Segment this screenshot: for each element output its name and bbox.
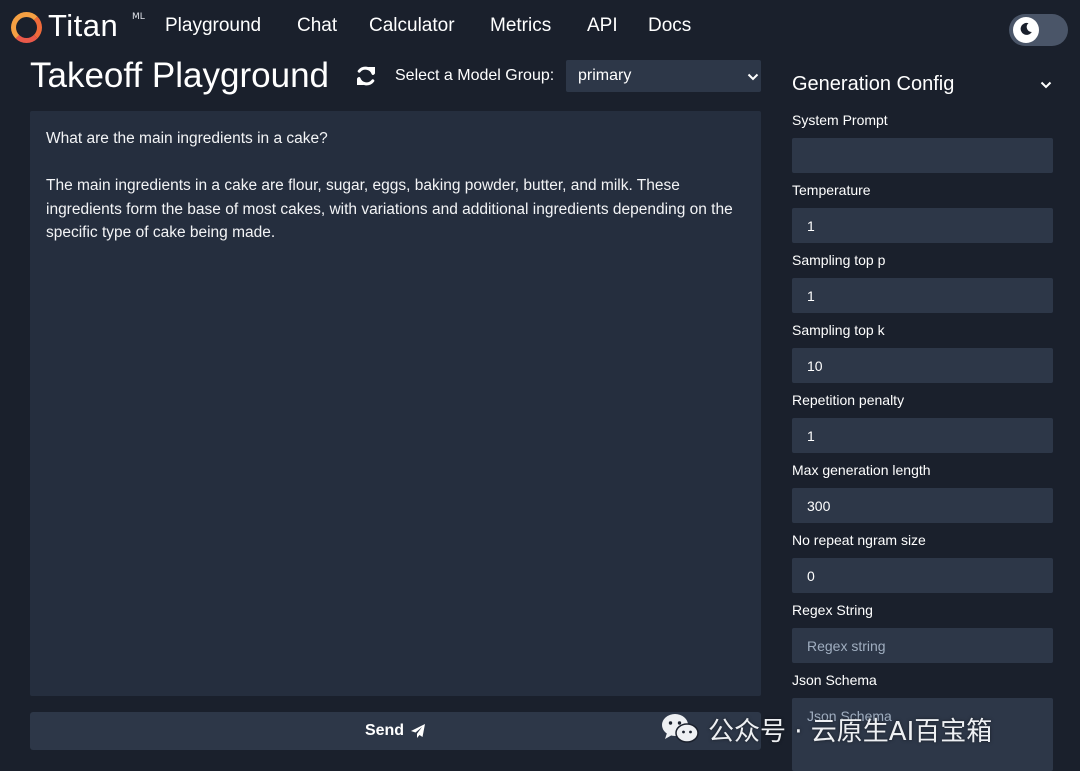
max-generation-length-label: Max generation length xyxy=(792,462,931,478)
repetition-penalty-input[interactable]: 1 xyxy=(792,418,1053,453)
top-k-label: Sampling top k xyxy=(792,322,885,338)
nav-link-metrics[interactable]: Metrics xyxy=(490,15,551,37)
json-schema-label: Json Schema xyxy=(792,672,877,688)
titan-logo[interactable]: Titan ML xyxy=(11,8,151,46)
system-prompt-input[interactable] xyxy=(792,138,1053,173)
chevron-down-icon xyxy=(747,73,759,81)
top-p-label: Sampling top p xyxy=(792,252,886,268)
regex-string-input[interactable]: Regex string xyxy=(792,628,1053,663)
config-title: Generation Config xyxy=(792,73,955,95)
system-prompt-label: System Prompt xyxy=(792,112,888,128)
moon-icon xyxy=(1020,22,1032,35)
nav-link-docs[interactable]: Docs xyxy=(648,15,691,37)
model-group-select[interactable]: primary xyxy=(566,60,761,92)
toggle-knob xyxy=(1013,17,1039,43)
theme-toggle[interactable] xyxy=(1009,14,1068,46)
temperature-input[interactable]: 1 xyxy=(792,208,1053,243)
playground-textarea[interactable]: What are the main ingredients in a cake?… xyxy=(30,111,761,696)
logo-ring-icon xyxy=(11,12,42,43)
model-group-label: Select a Model Group: xyxy=(395,67,555,84)
no-repeat-ngram-label: No repeat ngram size xyxy=(792,532,926,548)
regex-string-label: Regex String xyxy=(792,602,873,618)
paper-plane-icon xyxy=(411,724,426,738)
no-repeat-ngram-value: 0 xyxy=(807,567,815,584)
regex-string-placeholder: Regex string xyxy=(807,637,886,654)
top-p-value: 1 xyxy=(807,287,815,304)
top-p-input[interactable]: 1 xyxy=(792,278,1053,313)
nav-link-calculator[interactable]: Calculator xyxy=(369,15,455,37)
top-nav: Titan ML Playground Chat Calculator Metr… xyxy=(0,0,1080,56)
repetition-penalty-label: Repetition penalty xyxy=(792,392,905,408)
logo-superscript: ML xyxy=(132,12,145,22)
watermark-text: 公众号 · 云原生AI百宝箱 xyxy=(708,716,993,747)
top-k-value: 10 xyxy=(807,357,823,374)
top-k-input[interactable]: 10 xyxy=(792,348,1053,383)
max-generation-length-value: 300 xyxy=(807,497,831,514)
temperature-value: 1 xyxy=(807,217,815,234)
nav-link-playground[interactable]: Playground xyxy=(165,15,261,37)
nav-link-chat[interactable]: Chat xyxy=(297,15,337,37)
no-repeat-ngram-input[interactable]: 0 xyxy=(792,558,1053,593)
model-group-value: primary xyxy=(578,67,632,84)
nav-link-api[interactable]: API xyxy=(587,15,618,37)
send-button[interactable]: Send xyxy=(30,712,761,750)
page-title: Takeoff Playground xyxy=(30,56,330,95)
repetition-penalty-value: 1 xyxy=(807,427,815,444)
response-text: The main ingredients in a cake are flour… xyxy=(46,177,733,241)
collapse-chevron-icon[interactable] xyxy=(1040,81,1052,89)
wechat-icon xyxy=(662,714,699,743)
logo-text: Titan xyxy=(48,8,119,43)
max-generation-length-input[interactable]: 300 xyxy=(792,488,1053,523)
send-label: Send xyxy=(364,722,405,739)
watermark: 公众号 · 云原生AI百宝箱 xyxy=(660,708,992,750)
temperature-label: Temperature xyxy=(792,182,871,198)
prompt-text: What are the main ingredients in a cake? xyxy=(46,130,328,147)
refresh-icon[interactable] xyxy=(354,64,378,88)
